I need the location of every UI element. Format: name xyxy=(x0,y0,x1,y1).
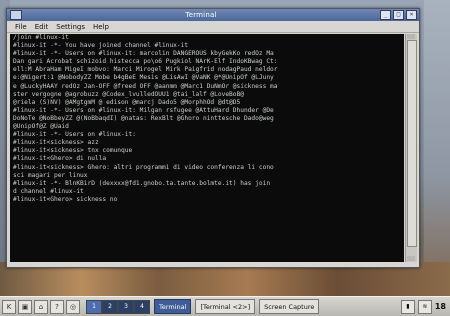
terminal-line: #linux-it -*- Users on #linux-it: marcol… xyxy=(13,50,274,58)
terminal-output[interactable]: /join #linux-it #linux-it -*- You have j… xyxy=(10,34,404,262)
system-tray: ▮ ≋ 18 xyxy=(400,299,450,314)
terminal-line: ster vergogne @agrobuzz @Codex_lvulledOU… xyxy=(13,90,244,98)
desktop-4[interactable]: 4 xyxy=(134,299,150,314)
desktop-1[interactable]: 1 xyxy=(86,299,102,314)
terminal-line: #linux-it<sickness> tnx comunque xyxy=(13,147,133,155)
scroll-down-icon[interactable] xyxy=(407,256,415,261)
menu-file[interactable]: File xyxy=(15,23,27,31)
terminal-line: Dan gari Acrobat schizoid histecca po\o6… xyxy=(13,58,278,66)
terminal-line: #linux-it<sickness> Ghero: altri program… xyxy=(13,163,274,171)
menu-edit[interactable]: Edit xyxy=(35,23,49,31)
window-titlebar[interactable]: Terminal _ □ × xyxy=(7,9,419,21)
minimize-icon[interactable]: _ xyxy=(380,10,391,20)
task-screen-capture[interactable]: Screen Capture xyxy=(259,299,320,314)
menu-settings[interactable]: Settings xyxy=(56,23,85,31)
scrollbar-thumb[interactable] xyxy=(407,40,417,247)
terminal-line: #linux-it -*- You have joined channel #l… xyxy=(13,42,189,50)
terminal-line: #linux-it -*- Users on #linux-it: Milgan… xyxy=(13,106,274,114)
terminal-line: #linux-it<Ghero> di nulla xyxy=(13,155,107,163)
terminal-line: DoNoTe @NoBbeyZZ @(NoBbaqdI) @natas: Rex… xyxy=(13,114,274,122)
terminal-line: e @LuckyHAAY redOz Jan-OFF @freed OFF @a… xyxy=(13,82,278,90)
terminal-line: @riela (S)NV) @AMgtgmM @ edison @marcj D… xyxy=(13,98,241,106)
menu-bar: File Edit Settings Help xyxy=(7,21,419,33)
task-terminal-2-label: [Terminal <2>] xyxy=(200,302,251,311)
desktop-pager: 1 2 3 4 xyxy=(86,299,150,314)
tray-app-icon[interactable]: ▮ xyxy=(400,299,415,314)
desktop-background-right xyxy=(424,0,450,296)
terminal-line: e:@Nigert:1 @NobodyZZ Mobe b4gBeE Mesis … xyxy=(13,74,274,82)
kde-menu-icon[interactable]: K xyxy=(2,299,16,314)
home-folder-icon[interactable]: ⌂ xyxy=(34,299,48,314)
terminal-line: #linux-it<Ghero> sickness no xyxy=(13,195,118,203)
desktop-3[interactable]: 3 xyxy=(118,299,134,314)
terminal-window-icon[interactable] xyxy=(10,10,22,20)
task-terminal-2[interactable]: [Terminal <2>] xyxy=(195,299,256,314)
desktop-2[interactable]: 2 xyxy=(102,299,118,314)
terminal-window: Terminal _ □ × File Edit Settings Help /… xyxy=(6,8,420,268)
clock[interactable]: 18 xyxy=(435,302,446,311)
scroll-up-icon[interactable] xyxy=(407,34,415,39)
maximize-icon[interactable]: □ xyxy=(393,10,404,20)
terminal-line: #linux-it -*- Users on #linux-it: xyxy=(13,131,136,139)
terminal-line: /join #linux-it xyxy=(13,34,69,41)
terminal-launcher-icon[interactable]: ▣ xyxy=(18,299,32,314)
task-screen-capture-label: Screen Capture xyxy=(264,302,315,311)
browser-icon[interactable]: ◎ xyxy=(66,299,80,314)
menu-help[interactable]: Help xyxy=(93,23,109,31)
terminal-line: sci magari per linux xyxy=(13,171,88,179)
task-terminal-label: Terminal xyxy=(159,302,187,311)
tray-network-icon[interactable]: ≋ xyxy=(417,299,432,314)
terminal-line: @UnipOf@Z @Uaid xyxy=(13,123,69,131)
terminal-line: #linux-it -*- BlnKBirD (dexxxx@fd1.gnobo… xyxy=(13,179,271,187)
help-icon[interactable]: ? xyxy=(50,299,64,314)
close-icon[interactable]: × xyxy=(406,10,417,20)
terminal-scrollbar[interactable] xyxy=(405,34,417,262)
taskbar: K ▣ ⌂ ? ◎ 1 2 3 4 Terminal [Terminal <2>… xyxy=(0,296,450,316)
task-terminal[interactable]: Terminal xyxy=(154,299,192,314)
terminal-line: #linux-it<sickness> azz xyxy=(13,139,99,147)
terminal-line: ell:M AbraHam MigeI mobvo: Marci Mirogel… xyxy=(13,66,278,74)
window-title: Terminal xyxy=(185,11,217,19)
terminal-line: d channel #linux-it xyxy=(13,187,84,195)
